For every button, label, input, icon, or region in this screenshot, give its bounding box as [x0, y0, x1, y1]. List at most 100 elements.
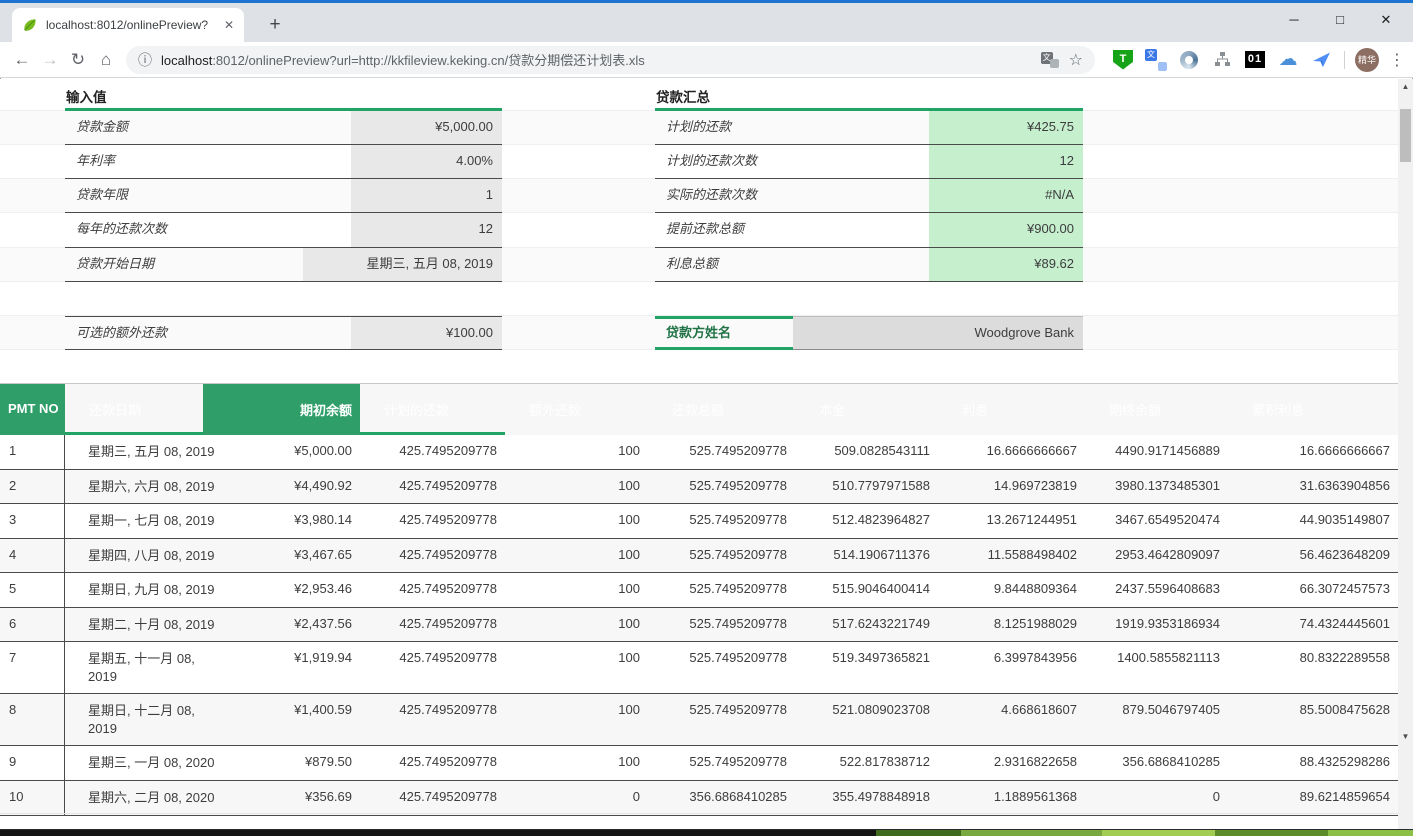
browser-window: localhost:8012/onlinePreview? ✕ + ─ □ ✕ …: [0, 0, 1413, 836]
extension-bird-icon[interactable]: [1310, 49, 1332, 71]
schedule-row: 6星期二, 十月 08, 2019¥2,437.56425.7495209778…: [0, 608, 1398, 643]
summary-label: 实际的还款次数: [655, 179, 929, 212]
close-button[interactable]: ✕: [1363, 3, 1409, 37]
schedule-cell: 3: [0, 504, 65, 538]
profile-avatar[interactable]: 精华: [1355, 48, 1379, 72]
schedule-cell: 星期二, 十月 08, 2019: [65, 608, 203, 642]
vertical-scrollbar[interactable]: ▲ ▼: [1398, 79, 1413, 830]
summary-value: ¥89.62: [929, 248, 1083, 281]
input-section-title: 输入值: [66, 86, 107, 106]
schedule-cell: 1: [0, 435, 65, 469]
summary-row: 利息总额 ¥89.62: [655, 248, 1083, 282]
tab-strip: localhost:8012/onlinePreview? ✕ + ─ □ ✕: [0, 3, 1413, 42]
input-row: 贷款年限 1: [65, 179, 502, 213]
scroll-up-icon[interactable]: ▲: [1398, 79, 1413, 95]
address-bar[interactable]: ⓘ localhost:8012/onlinePreview?url=http:…: [126, 46, 1095, 74]
schedule-cell: 525.7495209778: [648, 470, 795, 501]
schedule-cell: ¥3,980.14: [203, 504, 360, 535]
summary-row: 实际的还款次数 #N/A: [655, 179, 1083, 213]
scrollbar-thumb[interactable]: [1400, 109, 1411, 162]
extension-shield-icon[interactable]: T: [1112, 49, 1134, 71]
preview-content: 输入值 贷款汇总 贷款金额 ¥5,000.00 年利率 4.00% 贷款年限 1…: [0, 79, 1398, 830]
translate-page-icon[interactable]: 文: [1041, 52, 1059, 68]
input-label: 贷款开始日期: [65, 248, 303, 281]
schedule-cell: 100: [505, 435, 648, 466]
amortization-table: PMT NO还款日期期初余额计划的还款额外还款还款总额本金利息期终余额累积利息 …: [0, 383, 1398, 816]
bookmark-star-icon[interactable]: ☆: [1069, 50, 1083, 70]
tab-close-icon[interactable]: ✕: [224, 18, 234, 32]
extension-01-badge[interactable]: 01: [1244, 49, 1266, 71]
schedule-cell: 512.4823964827: [795, 504, 938, 535]
schedule-cell: 100: [505, 504, 648, 535]
schedule-cell: 356.6868410285: [648, 781, 795, 812]
extension-cloud-icon[interactable]: ☁: [1277, 49, 1299, 71]
browser-menu-icon[interactable]: ⋮: [1389, 50, 1405, 70]
schedule-cell: 525.7495209778: [648, 694, 795, 725]
home-icon[interactable]: ⌂: [92, 50, 120, 70]
schedule-cell: ¥2,437.56: [203, 608, 360, 639]
schedule-header-cell: 计划的还款: [360, 384, 505, 435]
schedule-cell: 1.1889561368: [938, 781, 1085, 812]
schedule-cell: 425.7495209778: [360, 746, 505, 777]
schedule-body: 1星期三, 五月 08, 2019¥5,000.00425.7495209778…: [0, 435, 1398, 816]
back-icon[interactable]: ←: [8, 50, 36, 70]
extension-sitemap-icon[interactable]: [1211, 49, 1233, 71]
maximize-button[interactable]: □: [1317, 3, 1363, 37]
schedule-cell: 11.5588498402: [938, 539, 1085, 570]
schedule-row: 2星期六, 六月 08, 2019¥4,490.92425.7495209778…: [0, 470, 1398, 505]
schedule-cell: 89.6214859654: [1228, 781, 1398, 812]
minimize-button[interactable]: ─: [1271, 3, 1317, 37]
browser-tab[interactable]: localhost:8012/onlinePreview? ✕: [12, 8, 244, 42]
schedule-cell: 525.7495209778: [648, 504, 795, 535]
schedule-header-cell: 利息: [938, 384, 1085, 435]
summary-row: 计划的还款次数 12: [655, 145, 1083, 179]
schedule-header-cell: PMT NO: [0, 384, 65, 435]
schedule-cell: 510.7797971588: [795, 470, 938, 501]
schedule-cell: 6.3997843956: [938, 642, 1085, 673]
schedule-cell: 10: [0, 781, 65, 815]
schedule-cell: 517.6243221749: [795, 608, 938, 639]
schedule-cell: 425.7495209778: [360, 694, 505, 725]
schedule-header-cell: 本金: [795, 384, 938, 435]
schedule-header-cell: 累积利息: [1228, 384, 1398, 435]
schedule-cell: 100: [505, 608, 648, 639]
browser-toolbar: ← → ↻ ⌂ ⓘ localhost:8012/onlinePreview?u…: [0, 42, 1413, 78]
page-info-icon[interactable]: ⓘ: [138, 50, 152, 70]
schedule-cell: 519.3497365821: [795, 642, 938, 673]
toolbar-divider: [1344, 51, 1345, 69]
schedule-cell: ¥2,953.46: [203, 573, 360, 604]
schedule-cell: 425.7495209778: [360, 608, 505, 639]
schedule-cell: 6: [0, 608, 65, 642]
input-value: ¥5,000.00: [351, 111, 502, 144]
summary-label: 提前还款总额: [655, 213, 929, 247]
schedule-cell: 16.6666666667: [938, 435, 1085, 466]
schedule-cell: ¥4,490.92: [203, 470, 360, 501]
schedule-cell: 8.1251988029: [938, 608, 1085, 639]
schedule-cell: 879.5046797405: [1085, 694, 1228, 725]
schedule-cell: 425.7495209778: [360, 781, 505, 812]
schedule-cell: 4490.9171456889: [1085, 435, 1228, 466]
summary-row: 提前还款总额 ¥900.00: [655, 213, 1083, 248]
schedule-cell: 星期三, 五月 08, 2019: [65, 435, 203, 469]
input-value: 1: [351, 179, 502, 212]
schedule-cell: 509.0828543111: [795, 435, 938, 466]
input-row: 贷款金额 ¥5,000.00: [65, 111, 502, 145]
schedule-cell: 100: [505, 694, 648, 725]
schedule-cell: ¥1,919.94: [203, 642, 360, 673]
schedule-cell: 100: [505, 746, 648, 777]
scroll-down-icon[interactable]: ▼: [1398, 729, 1413, 745]
summary-label: 计划的还款: [655, 111, 929, 144]
forward-icon[interactable]: →: [36, 50, 64, 70]
schedule-cell: 100: [505, 573, 648, 604]
schedule-cell: 514.1906711376: [795, 539, 938, 570]
schedule-cell: 5: [0, 573, 65, 607]
extension-swirl-icon[interactable]: [1178, 49, 1200, 71]
schedule-cell: 星期六, 二月 08, 2020: [65, 781, 203, 815]
reload-icon[interactable]: ↻: [64, 50, 92, 70]
schedule-cell: ¥879.50: [203, 746, 360, 777]
input-value: 4.00%: [351, 145, 502, 178]
summary-value: 12: [929, 145, 1083, 178]
new-tab-button[interactable]: +: [262, 12, 288, 38]
schedule-row: 9星期三, 一月 08, 2020¥879.50425.749520977810…: [0, 746, 1398, 781]
extension-translate-icon[interactable]: 文: [1145, 49, 1167, 71]
